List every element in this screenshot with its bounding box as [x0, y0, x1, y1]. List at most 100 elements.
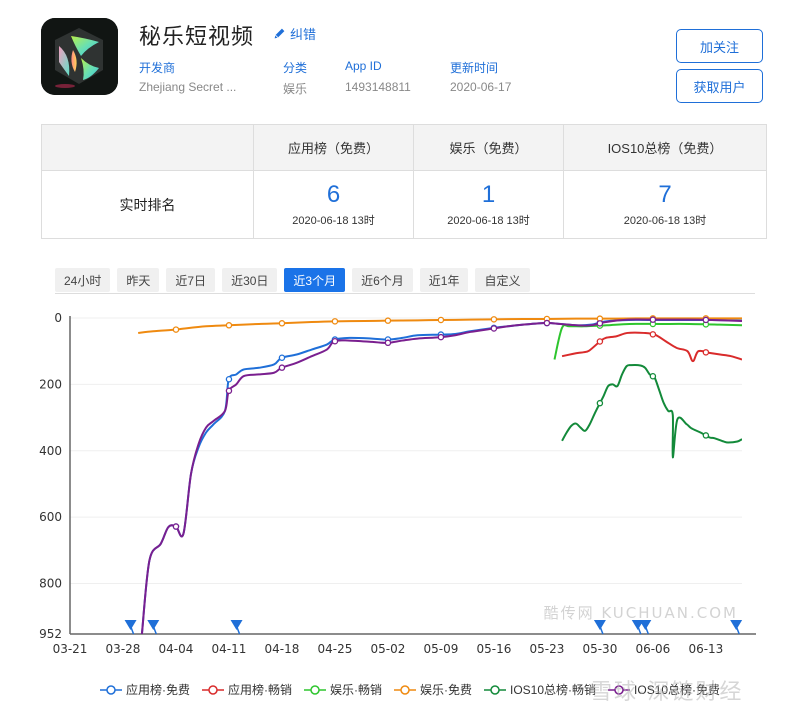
legend-item[interactable]: 娱乐·畅销: [304, 681, 382, 698]
data-point: [172, 326, 180, 333]
rank-col-header: IOS10总榜（免费）: [563, 124, 767, 171]
report-error-label: 纠错: [290, 27, 317, 42]
y-tick-label: 400: [39, 444, 62, 458]
range-tab[interactable]: 近7日: [166, 268, 216, 292]
y-tick-label: 200: [39, 377, 62, 391]
range-tab[interactable]: 近1年: [419, 268, 469, 292]
meta-category: 分类 娱乐: [283, 59, 307, 97]
meta-app-id-value: 1493148811: [345, 80, 411, 94]
legend-marker-icon: [394, 684, 416, 695]
legend-marker-icon: [202, 684, 224, 695]
realtime-rank-table: 应用榜（免费） 娱乐（免费） IOS10总榜（免费） 实时排名 6 2020-0…: [41, 124, 767, 239]
rank-time: 2020-06-18 13时: [623, 214, 707, 227]
x-tick-label: 04-11: [212, 642, 247, 656]
range-tab[interactable]: 近3个月: [284, 268, 346, 292]
series-line: [140, 318, 742, 634]
corner-watermark: 雪球·深链财经: [590, 679, 744, 704]
legend-label: 应用榜·免费: [126, 683, 190, 697]
event-flag-marker[interactable]: [730, 620, 743, 635]
legend-marker-icon: [100, 684, 122, 695]
data-point: [490, 325, 498, 332]
data-point: [278, 364, 286, 371]
legend-item[interactable]: IOS10总榜·畅销: [484, 681, 596, 698]
data-point: [331, 337, 339, 345]
meta-updated-label: 更新时间: [450, 61, 499, 75]
data-point: [596, 320, 604, 327]
y-tick-label: 600: [39, 510, 62, 524]
range-tabs: 24小时 昨天 近7日 近30日 近3个月 近6个月 近1年 自定义: [55, 268, 530, 292]
x-tick-label: 03-21: [53, 642, 88, 656]
data-point: [649, 316, 657, 323]
data-point: [331, 318, 339, 325]
meta-updated-value: 2020-06-17: [450, 80, 512, 94]
legend-item[interactable]: 应用榜·畅销: [202, 681, 292, 698]
range-tab[interactable]: 24小时: [55, 268, 111, 292]
range-tab[interactable]: 近30日: [222, 268, 278, 292]
legend-item[interactable]: 应用榜·免费: [100, 681, 190, 698]
data-point: [596, 399, 604, 407]
event-flag-marker[interactable]: [147, 620, 160, 635]
meta-updated: 更新时间 2020-06-17: [450, 59, 511, 94]
meta-app-id-label: App ID: [345, 59, 382, 73]
range-tab[interactable]: 昨天: [117, 268, 160, 292]
y-tick-label: 0: [54, 311, 62, 325]
x-tick-label: 05-23: [529, 642, 564, 656]
legend-label: 娱乐·免费: [420, 683, 472, 697]
legend-label: IOS10总榜·畅销: [510, 683, 597, 697]
event-flag-marker[interactable]: [639, 620, 652, 635]
chart-svg: 0 200 400 600 800 95203-21 03-28 04-04 04-11 04-1…: [39, 311, 756, 656]
rank-time: 2020-06-18 13时: [292, 214, 375, 227]
x-tick-label: 03-28: [106, 642, 141, 656]
legend-label: 应用榜·畅销: [228, 683, 292, 697]
rank-value[interactable]: 6: [254, 181, 413, 208]
legend-item[interactable]: 娱乐·免费: [394, 681, 472, 698]
range-tab[interactable]: 自定义: [475, 268, 530, 292]
data-point: [543, 319, 551, 327]
rank-table-corner: [41, 124, 254, 171]
x-tick-label: 05-09: [423, 642, 458, 656]
tabs-divider: [55, 293, 755, 294]
x-tick-label: 05-30: [582, 642, 617, 656]
range-tab[interactable]: 近6个月: [352, 268, 413, 292]
x-tick-label: 04-18: [265, 642, 300, 656]
app-title: 秘乐短视频: [139, 24, 255, 49]
get-users-button[interactable]: 获取用户: [676, 69, 763, 103]
data-point: [172, 523, 180, 530]
y-tick-label: 952: [39, 627, 62, 641]
data-point: [702, 432, 710, 439]
meta-category-value: 娱乐: [283, 82, 308, 96]
rank-col-header: 应用榜（免费）: [253, 124, 414, 171]
meta-developer-label: 开发商: [139, 61, 176, 75]
follow-button[interactable]: 加关注: [676, 29, 763, 63]
x-tick-label: 04-25: [318, 642, 353, 656]
report-error-link[interactable]: 纠错: [273, 24, 316, 43]
data-point: [225, 387, 233, 395]
event-flag-marker[interactable]: [230, 620, 243, 635]
data-point: [437, 333, 445, 341]
data-point: [437, 316, 445, 324]
data-point: [225, 375, 233, 383]
event-flag-marker[interactable]: [593, 620, 606, 635]
data-point: [702, 316, 710, 324]
x-tick-label: 06-13: [688, 642, 723, 656]
meta-developer-value: Zhejiang Secret ...: [139, 80, 237, 94]
app-icon: [41, 18, 118, 95]
event-flag-marker[interactable]: [124, 620, 137, 635]
rank-trend-chart: 0 200 400 600 800 952 03-21 03-28 04-04 04-11 04-1…: [0, 300, 800, 670]
data-point: [490, 316, 498, 323]
data-point: [596, 338, 604, 345]
meta-developer: 开发商 Zhejiang Secret ...: [139, 59, 236, 94]
x-tick-label: 04-04: [159, 642, 194, 656]
rank-cell: 7 2020-06-18 13时: [563, 170, 767, 239]
x-tick-label: 05-02: [371, 642, 406, 656]
series-line: [140, 318, 742, 634]
rank-value[interactable]: 7: [564, 181, 766, 208]
rank-cell: 6 2020-06-18 13时: [253, 170, 414, 239]
rank-cell: 1 2020-06-18 13时: [413, 170, 564, 239]
data-point: [702, 349, 710, 356]
data-point: [225, 322, 233, 329]
x-tick-label: 05-16: [476, 642, 511, 656]
x-tick-label: 06-06: [635, 642, 670, 656]
rank-value[interactable]: 1: [414, 181, 563, 208]
legend-label: 娱乐·畅销: [330, 683, 382, 697]
